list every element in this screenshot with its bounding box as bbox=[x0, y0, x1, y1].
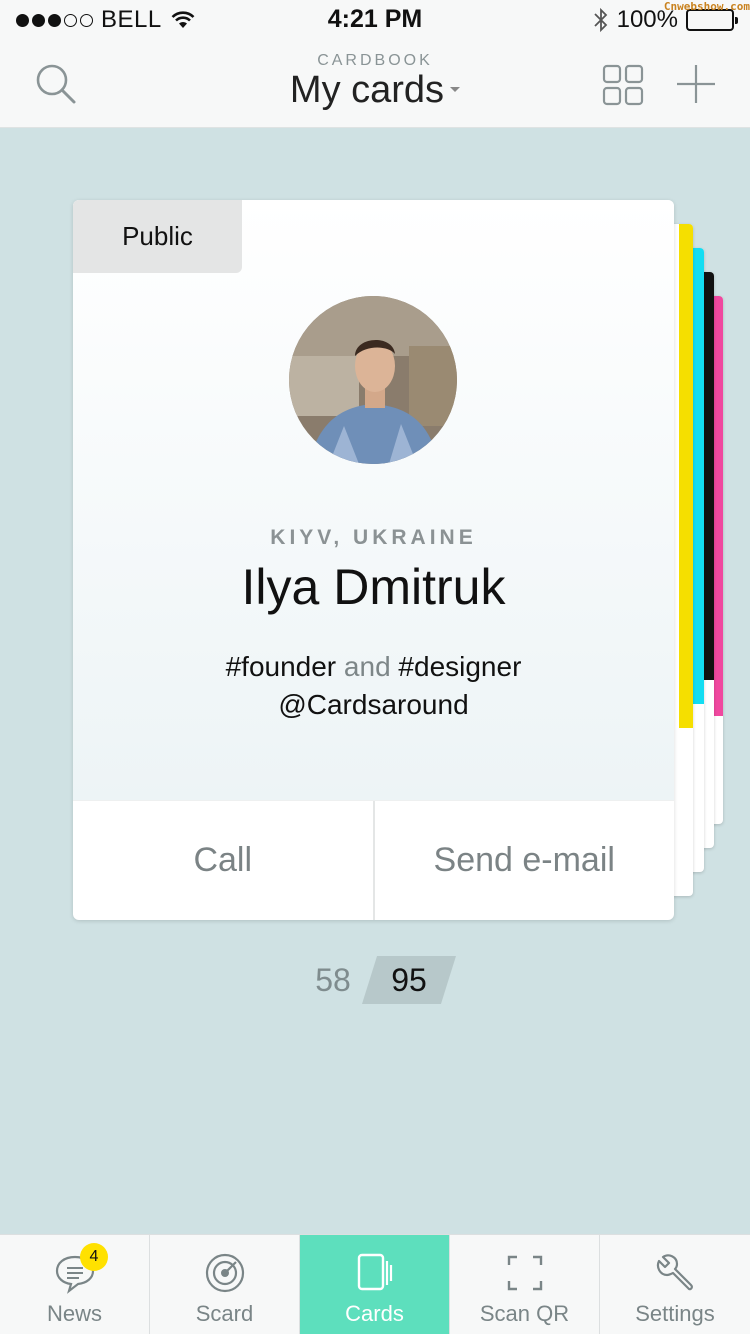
scan-frame-icon bbox=[507, 1255, 542, 1291]
grid-view-icon[interactable] bbox=[602, 64, 644, 106]
wrench-icon bbox=[656, 1254, 693, 1291]
caret-down-icon bbox=[450, 87, 461, 93]
tab-cards[interactable]: Cards bbox=[300, 1235, 450, 1334]
tagline: #founder and #designer @Cardsaround bbox=[73, 648, 674, 724]
pager-current: 95 bbox=[362, 956, 456, 1004]
add-icon[interactable] bbox=[676, 64, 716, 104]
news-badge: 4 bbox=[80, 1243, 108, 1271]
tab-settings[interactable]: Settings bbox=[600, 1235, 750, 1334]
page-title: My cards bbox=[289, 69, 445, 111]
tab-scard-label: Scard bbox=[195, 1301, 254, 1326]
tab-news[interactable]: News 4 bbox=[0, 1235, 150, 1334]
tab-news-label: News bbox=[46, 1301, 102, 1326]
cards-icon bbox=[357, 1253, 392, 1291]
send-email-button[interactable]: Send e-mail bbox=[375, 801, 675, 920]
pager-previous[interactable]: 58 bbox=[308, 962, 358, 999]
card-actions: Call Send e-mail bbox=[73, 800, 674, 920]
card-pager: 58 95 bbox=[308, 955, 456, 1005]
tab-scard[interactable]: Scard bbox=[150, 1235, 300, 1334]
location: KIYV, UKRAINE bbox=[270, 526, 477, 549]
business-card[interactable]: Public KIYV, UKRAINE Ilya Dmitruk #found… bbox=[73, 200, 674, 920]
company-handle[interactable]: @Cardsaround bbox=[73, 686, 674, 724]
tag-founder[interactable]: #founder bbox=[226, 651, 337, 682]
tab-bar: News 4 Scard Cards Scan QR Settings bbox=[0, 1234, 750, 1334]
tab-settings-label: Settings bbox=[635, 1301, 715, 1326]
tab-cards-label: Cards bbox=[345, 1301, 404, 1326]
card-color-band bbox=[679, 224, 693, 728]
watermark: Cnwebshow.com bbox=[663, 0, 750, 13]
tag-joiner: and bbox=[343, 651, 391, 682]
bluetooth-icon bbox=[593, 7, 607, 33]
card-body: Public KIYV, UKRAINE Ilya Dmitruk #found… bbox=[73, 200, 674, 800]
header: CARDBOOK My cards bbox=[0, 40, 750, 128]
tab-scan-qr-label: Scan QR bbox=[479, 1301, 570, 1326]
status-bar: BELL 4:21 PM 100% Cnwebshow.com bbox=[0, 0, 750, 40]
visibility-badge[interactable]: Public bbox=[73, 200, 242, 273]
avatar bbox=[289, 296, 457, 464]
tag-designer[interactable]: #designer bbox=[398, 651, 521, 682]
target-icon bbox=[205, 1253, 244, 1293]
tab-scan-qr[interactable]: Scan QR bbox=[450, 1235, 600, 1334]
call-button[interactable]: Call bbox=[73, 801, 373, 920]
contact-name: Ilya Dmitruk bbox=[241, 559, 506, 615]
